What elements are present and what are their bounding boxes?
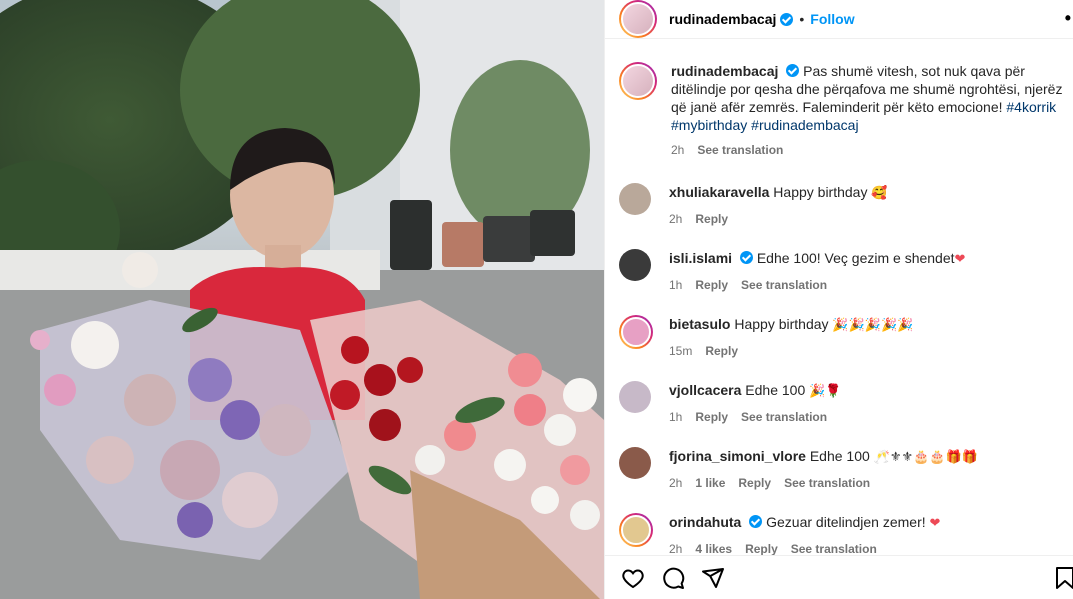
commenter-avatar[interactable] [619, 447, 651, 479]
comment-text: Edhe 100! Veç gezim e shendet [756, 250, 955, 266]
hashtag-link[interactable]: #mybirthday [671, 117, 747, 133]
comment-item: fjorina_simoni_vlore Edhe 100 🥂⚜⚜🎂🎂🎁🎁 2h… [619, 447, 1070, 492]
author-avatar[interactable] [619, 62, 657, 100]
see-translation-link[interactable]: See translation [697, 141, 783, 159]
comment-time: 1h [669, 410, 683, 424]
verified-badge-icon [780, 12, 794, 26]
post-header: rudinadembacaj • Follow • [605, 0, 1073, 39]
comment-username[interactable]: bietasulo [669, 316, 730, 332]
reply-button[interactable]: Reply [738, 474, 771, 492]
comment-text: Gezuar ditelindjen zemer! [766, 514, 926, 530]
caption-username[interactable]: rudinadembacaj [671, 63, 778, 79]
photo-illustration [0, 0, 604, 599]
verified-badge-icon [739, 251, 753, 264]
hashtag-link[interactable]: #rudinadembacaj [751, 117, 858, 133]
comment-emoji: ❤ [954, 252, 966, 267]
post-side-panel: rudinadembacaj • Follow • rudinadembacaj… [604, 0, 1073, 599]
reply-button[interactable]: Reply [695, 408, 728, 426]
separator-dot: • [799, 11, 805, 27]
comment-emoji: 🎉🌹 [809, 384, 842, 399]
see-translation-link[interactable]: See translation [741, 276, 827, 294]
likes-count[interactable]: 4 likes [695, 540, 732, 555]
reply-button[interactable]: Reply [705, 342, 738, 360]
comment-time: 2h [669, 542, 683, 555]
comment-time: 2h [669, 476, 683, 490]
commenter-avatar[interactable] [619, 315, 653, 349]
hashtag-link[interactable]: #4korrik [1006, 99, 1056, 115]
commenter-avatar[interactable] [619, 249, 651, 281]
author-username[interactable]: rudinadembacaj [669, 11, 776, 27]
comment-emoji: ❤ [929, 516, 941, 531]
comment-emoji: 🥂⚜⚜🎂🎂🎁🎁 [873, 450, 978, 465]
bookmark-icon[interactable] [1055, 566, 1073, 593]
comment-text: Happy birthday [773, 184, 868, 200]
verified-badge-icon [786, 64, 800, 77]
comment-text: Edhe 100 [745, 382, 806, 398]
comment-item: bietasulo Happy birthday 🎉🎉🎉🎉🎉 15m Reply [619, 315, 1070, 360]
heart-icon[interactable] [621, 566, 645, 593]
comment-username[interactable]: orindahuta [669, 514, 741, 530]
commenter-avatar[interactable] [619, 513, 653, 547]
reply-button[interactable]: Reply [695, 276, 728, 294]
post-photo[interactable] [0, 0, 604, 599]
see-translation-link[interactable]: See translation [784, 474, 870, 492]
reply-button[interactable]: Reply [695, 210, 728, 228]
comments-list[interactable]: rudinadembacaj Pas shumë vitesh, sot nuk… [605, 40, 1073, 555]
comment-text: Happy birthday [734, 316, 829, 332]
verified-badge-icon [749, 515, 763, 528]
see-translation-link[interactable]: See translation [791, 540, 877, 555]
comment-time: 1h [669, 278, 683, 292]
see-translation-link[interactable]: See translation [741, 408, 827, 426]
caption: rudinadembacaj Pas shumë vitesh, sot nuk… [619, 62, 1070, 159]
commenter-avatar[interactable] [619, 183, 651, 215]
comment-item: isli.islami Edhe 100! Veç gezim e shende… [619, 249, 1070, 294]
comment-username[interactable]: xhuliakaravella [669, 184, 769, 200]
comment-item: orindahuta Gezuar ditelindjen zemer! ❤ 2… [619, 513, 1070, 555]
comment-username[interactable]: vjollcacera [669, 382, 741, 398]
likes-count[interactable]: 1 like [695, 474, 725, 492]
comment-text: Edhe 100 [809, 448, 870, 464]
author-avatar[interactable] [619, 0, 657, 38]
follow-button[interactable]: Follow [810, 11, 854, 27]
more-options-icon[interactable]: • [1065, 8, 1071, 29]
comment-emoji: 🥰 [871, 186, 888, 201]
reply-button[interactable]: Reply [745, 540, 778, 555]
comment-icon[interactable] [661, 566, 685, 593]
comment-item: xhuliakaravella Happy birthday 🥰 2h Repl… [619, 183, 1070, 228]
comment-time: 2h [669, 212, 683, 226]
comment-username[interactable]: fjorina_simoni_vlore [669, 448, 806, 464]
comment-username[interactable]: isli.islami [669, 250, 732, 266]
comment-time: 15m [669, 344, 693, 358]
comment-item: vjollcacera Edhe 100 🎉🌹 1h Reply See tra… [619, 381, 1070, 426]
commenter-avatar[interactable] [619, 381, 651, 413]
action-bar [605, 555, 1073, 599]
share-icon[interactable] [701, 566, 725, 593]
comment-emoji: 🎉🎉🎉🎉🎉 [832, 318, 914, 333]
caption-time: 2h [671, 143, 685, 157]
